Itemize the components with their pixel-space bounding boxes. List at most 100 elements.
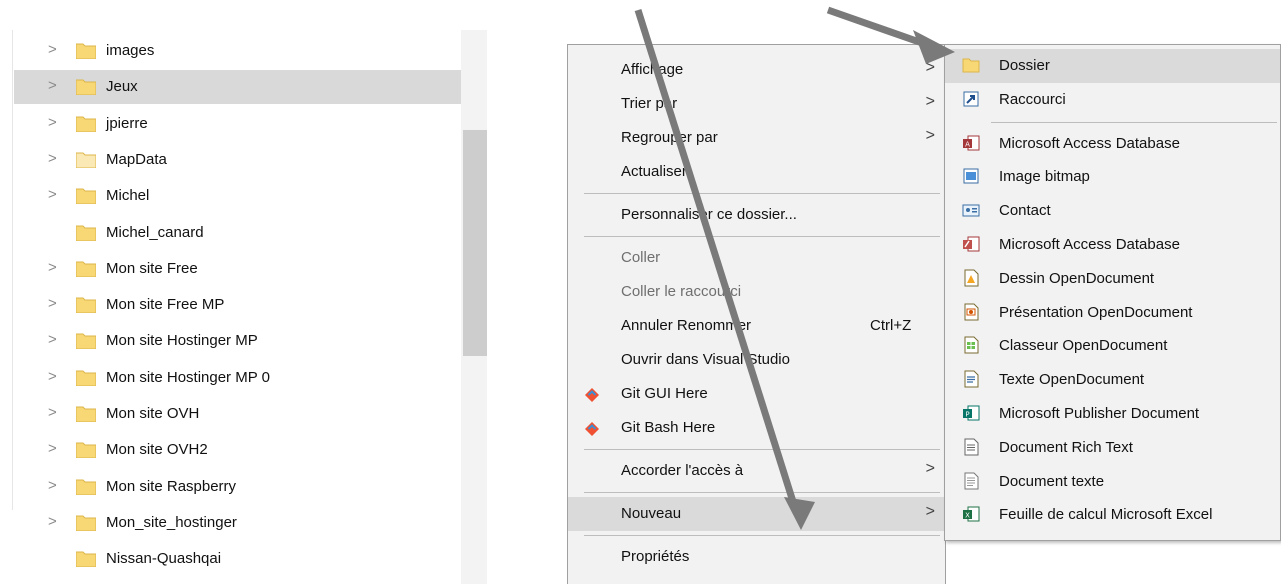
menu-item-annuler-renommer[interactable]: Annuler Renommer Ctrl+Z (568, 309, 945, 343)
tree-item-label: Michel_canard (106, 223, 204, 241)
tree-item-label: images (106, 42, 155, 59)
folder-icon (962, 56, 980, 74)
svg-text:X: X (965, 512, 970, 520)
tree-item-michel[interactable]: > Michel (14, 179, 461, 213)
bitmap-icon (962, 167, 980, 185)
menu-item-personnaliser-ce-dossier[interactable]: Personnaliser ce dossier... (568, 198, 945, 232)
new-item-microsoft-access-database[interactable]: A Microsoft Access Database (945, 127, 1280, 161)
menu-separator (584, 535, 940, 536)
new-item-texte-opendocument[interactable]: Texte OpenDocument (945, 363, 1280, 397)
menu-item-coller-le-raccourci[interactable]: Coller le raccourci (568, 275, 945, 309)
excel-icon: X (962, 505, 980, 523)
chevron-right-icon[interactable]: > (48, 150, 57, 167)
menu-item-nouveau[interactable]: Nouveau > (568, 497, 945, 531)
folder-icon (75, 151, 97, 169)
chevron-right-icon[interactable]: > (48, 477, 57, 494)
menu-item-trier-par[interactable]: Trier par > (568, 87, 945, 121)
tree-item-mon-site-free[interactable]: > Mon site Free (14, 252, 461, 286)
tree-item-label: Mon site OVH (106, 405, 200, 422)
chevron-right-icon[interactable]: > (48, 41, 57, 58)
tree-item-label: Mon_site_hostinger (106, 513, 237, 531)
chevron-right-icon[interactable]: > (48, 186, 57, 203)
new-item-label: Raccourci (999, 90, 1066, 108)
tree-item-images[interactable]: > images (14, 34, 461, 68)
svg-text:P: P (965, 411, 969, 419)
chevron-right-icon[interactable]: > (48, 331, 57, 348)
new-submenu: Dossier Raccourci A Microsoft Access Databa… (944, 44, 1281, 541)
new-item-label: Microsoft Access Database (999, 236, 1180, 253)
menu-separator (584, 236, 940, 237)
folder-icon (75, 514, 97, 532)
new-item-label: Feuille de calcul Microsoft Excel (999, 506, 1213, 524)
new-item-image-bitmap[interactable]: Image bitmap (945, 160, 1280, 194)
menu-item-git-gui-here[interactable]: Git GUI Here (568, 377, 945, 411)
odt-icon (962, 370, 980, 388)
menu-item-proprietes[interactable]: Propriétés (568, 540, 945, 574)
tree-item-michel-canard[interactable]: Michel_canard (14, 216, 461, 250)
tree-item-mon-site-ovh[interactable]: > Mon site OVH (14, 397, 461, 431)
folder-icon (75, 478, 97, 496)
chevron-right-icon[interactable]: > (48, 368, 57, 385)
chevron-right-icon[interactable]: > (48, 404, 57, 421)
new-item-document-rich-text[interactable]: Document Rich Text (945, 431, 1280, 465)
new-item-label: Document Rich Text (999, 438, 1133, 456)
new-item-label: Microsoft Access Database (999, 134, 1180, 152)
access-alt-icon (962, 235, 980, 253)
tree-item-mapdata[interactable]: > MapData (14, 143, 461, 177)
scrollbar-thumb[interactable] (463, 130, 487, 356)
tree-item-jpierre[interactable]: > jpierre (14, 107, 461, 141)
menu-item-label: Ouvrir dans Visual Studio (621, 351, 790, 368)
menu-item-label: Coller le raccourci (621, 283, 742, 300)
new-item-label: Microsoft Publisher Document (999, 405, 1200, 422)
tree-item-jeux[interactable]: > Jeux (14, 70, 461, 105)
shortcut-icon (962, 90, 980, 108)
context-menu: Affichage > Trier par > Regrouper par > Actual… (567, 44, 946, 584)
new-item-raccourci[interactable]: Raccourci (945, 83, 1280, 117)
menu-item-regrouper-par[interactable]: Regrouper par > (568, 121, 945, 155)
chevron-right-icon[interactable]: > (48, 513, 57, 530)
git-icon (584, 387, 600, 407)
menu-item-label: Propriétés (621, 548, 690, 565)
tree-item-mon-site-hostinger-mp[interactable]: > Mon site Hostinger MP (14, 324, 461, 358)
menu-item-affichage[interactable]: Affichage > (568, 53, 945, 87)
menu-item-coller[interactable]: Coller (568, 241, 945, 275)
new-item-presentation-opendocument[interactable]: Présentation OpenDocument (945, 296, 1280, 330)
new-item-dossier[interactable]: Dossier (945, 49, 1280, 83)
menu-item-actualiser[interactable]: Actualiser (568, 155, 945, 189)
tree-item-label: jpierre (106, 114, 148, 132)
folder-icon (75, 550, 97, 568)
chevron-right-icon[interactable]: > (48, 440, 57, 457)
tree-item-mon-site-free-mp[interactable]: > Mon site Free MP (14, 288, 461, 322)
textdoc-icon (962, 472, 980, 490)
tree-item-nissan-quashqai[interactable]: Nissan-Quashqai (14, 542, 461, 576)
new-item-label: Présentation OpenDocument (999, 303, 1193, 321)
menu-item-git-bash-here[interactable]: Git Bash Here (568, 411, 945, 445)
menu-item-label: Coller (621, 249, 661, 266)
tree-item-mon-site-hostinger-mp-0[interactable]: > Mon site Hostinger MP 0 (14, 361, 461, 395)
menu-item-label: Regrouper par (621, 129, 718, 146)
folder-icon (75, 260, 97, 278)
new-item-dessin-opendocument[interactable]: Dessin OpenDocument (945, 262, 1280, 296)
new-item-classeur-opendocument[interactable]: Classeur OpenDocument (945, 329, 1280, 363)
chevron-right-icon[interactable]: > (48, 259, 57, 276)
odg-icon (962, 269, 980, 287)
new-item-feuille-de-calcul-microsoft-excel[interactable]: X Feuille de calcul Microsoft Excel (945, 498, 1280, 532)
new-item-label: Document texte (999, 472, 1105, 490)
menu-item-accorder-l-acces-a[interactable]: Accorder l'accès à > (568, 454, 945, 488)
tree-item-mon-site-ovh2[interactable]: > Mon site OVH2 (14, 433, 461, 467)
menu-item-ouvrir-dans-visual-studio[interactable]: Ouvrir dans Visual Studio (568, 343, 945, 377)
menu-item-label: Trier par (621, 95, 678, 112)
folder-icon (75, 369, 97, 387)
new-item-document-texte[interactable]: Document texte (945, 465, 1280, 499)
folder-tree: > images > Jeux > jpierre > MapData > Michel Miche… (0, 0, 490, 584)
new-item-contact[interactable]: Contact (945, 194, 1280, 228)
submenu-arrow-icon: > (925, 503, 935, 520)
chevron-right-icon[interactable]: > (48, 295, 57, 312)
new-item-microsoft-publisher-document[interactable]: P Microsoft Publisher Document (945, 397, 1280, 431)
tree-item-mon-site-raspberry[interactable]: > Mon site Raspberry (14, 470, 461, 504)
new-item-microsoft-access-database[interactable]: Microsoft Access Database (945, 228, 1280, 262)
chevron-right-icon[interactable]: > (48, 77, 57, 94)
chevron-right-icon[interactable]: > (48, 114, 57, 131)
tree-item-label: Jeux (106, 78, 138, 96)
tree-item-mon-site-hostinger[interactable]: > Mon_site_hostinger (14, 506, 461, 540)
